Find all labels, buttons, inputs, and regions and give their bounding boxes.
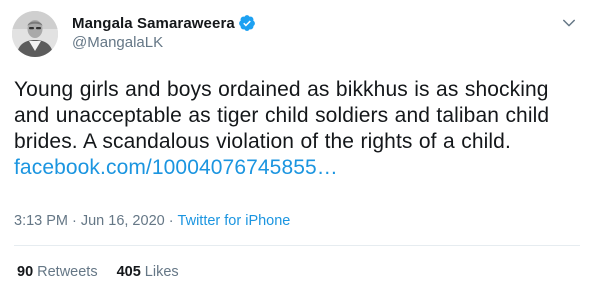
avatar-photo — [12, 11, 58, 57]
chevron-down-icon[interactable] — [560, 14, 578, 32]
retweets-count: 90 — [17, 264, 34, 280]
avatar[interactable] — [12, 11, 58, 57]
likes-stat[interactable]: 405 Likes — [117, 264, 179, 280]
tweet-text: Young girls and boys ordained as bikkhus… — [14, 77, 584, 181]
tweet-stats: 90 Retweets 405 Likes — [17, 264, 198, 280]
name-row: Mangala Samaraweera — [72, 13, 256, 33]
retweets-label: Retweets — [37, 264, 98, 280]
tweet-source[interactable]: Twitter for iPhone — [178, 213, 291, 229]
divider — [14, 245, 580, 246]
tweet-time[interactable]: 3:13 PM — [14, 213, 68, 229]
likes-label: Likes — [144, 264, 179, 280]
meta-separator: · — [168, 213, 174, 229]
display-name[interactable]: Mangala Samaraweera — [72, 15, 235, 32]
verified-badge-icon — [238, 14, 256, 32]
tweet-body: Young girls and boys ordained as bikkhus… — [14, 78, 550, 153]
user-handle[interactable]: @MangalaLK — [72, 34, 256, 51]
retweets-stat[interactable]: 90 Retweets — [17, 264, 98, 280]
meta-separator: · — [72, 213, 77, 229]
author-info: Mangala Samaraweera @MangalaLK — [72, 13, 256, 51]
tweet-link[interactable]: facebook.com/10004076745855… — [14, 156, 338, 179]
likes-count: 405 — [116, 264, 141, 280]
tweet-card: Mangala Samaraweera @MangalaLK Young gir… — [0, 0, 594, 303]
tweet-meta: 3:13 PM · Jun 16, 2020 · Twitter for iPh… — [14, 213, 290, 229]
tweet-date[interactable]: Jun 16, 2020 — [81, 213, 165, 229]
